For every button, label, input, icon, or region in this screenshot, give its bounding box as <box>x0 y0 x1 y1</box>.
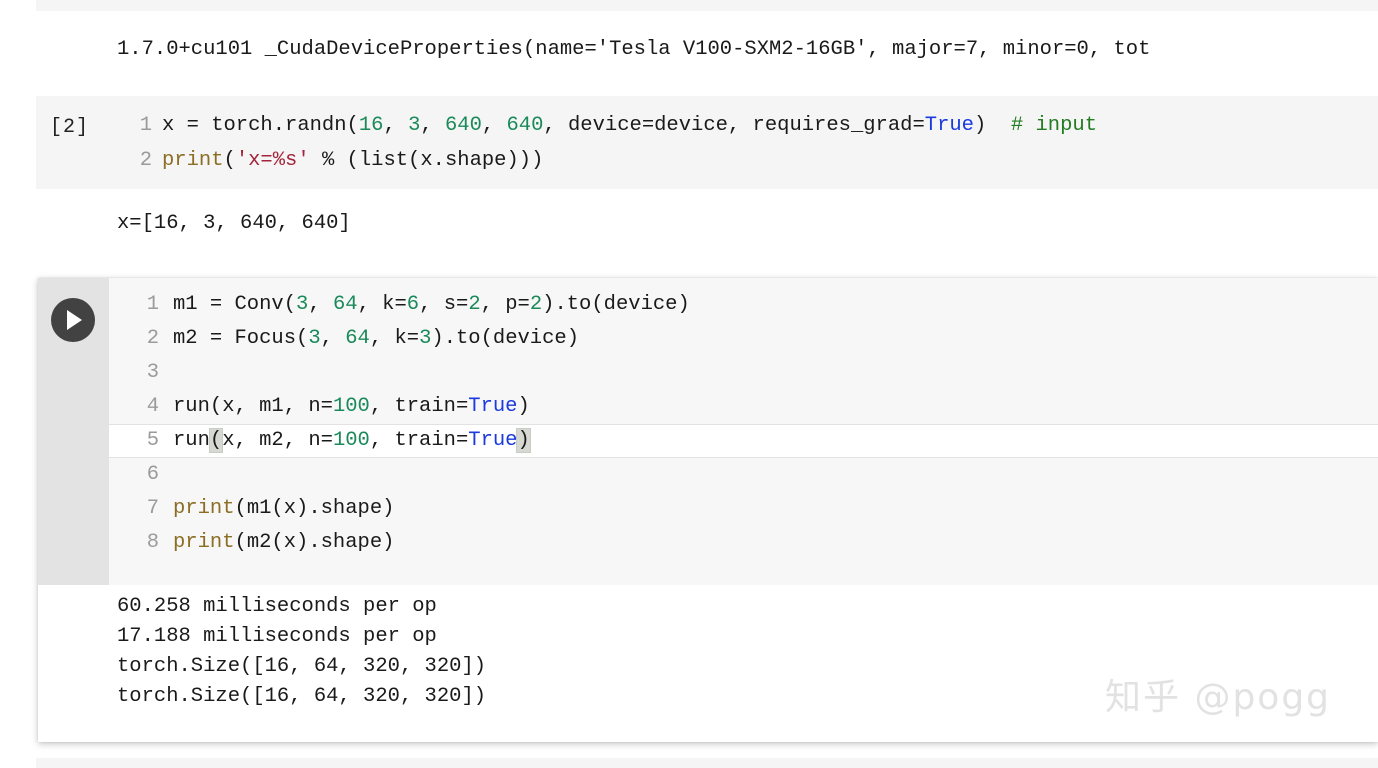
line-number: 5 <box>146 429 159 452</box>
code-token: ) <box>974 114 1011 137</box>
code-token: 64 <box>332 293 358 316</box>
cell-2-source[interactable]: 1x = torch.randn(16, 3, 640, 640, device… <box>132 108 1378 178</box>
code-line[interactable]: 6 <box>109 458 1378 492</box>
code-token: 640 <box>506 114 544 137</box>
code-token: , <box>308 293 333 316</box>
code-token: (m2(x).shape) <box>234 531 395 554</box>
code-token: ) <box>517 395 530 418</box>
line-number: 4 <box>146 395 159 418</box>
code-token: ).to(device) <box>542 293 690 316</box>
code-token: True <box>468 395 518 418</box>
code-line-active[interactable]: 5 run(x, m2, n=100, train=True) <box>109 424 1378 458</box>
watermark: 知乎 @pogg <box>1105 677 1332 718</box>
output-line: 17.188 milliseconds per op <box>117 625 437 648</box>
code-token: ).to(device) <box>431 327 580 350</box>
code-token: print <box>173 497 235 520</box>
output-line: torch.Size([16, 64, 320, 320]) <box>117 685 487 708</box>
output-line: torch.Size([16, 64, 320, 320]) <box>117 655 487 678</box>
clipped-cell-bottom <box>36 758 1378 768</box>
code-token: 'x=%s' <box>235 149 310 172</box>
code-token: ) <box>516 428 531 453</box>
cell-prompt-label: [2] <box>50 116 90 139</box>
code-token: x = torch.randn( <box>162 114 359 137</box>
code-editor-lines[interactable]: 1 m1 = Conv(3, 64, k=6, s=2, p=2).to(devi… <box>109 288 1378 585</box>
clipped-cell-top <box>36 0 1378 11</box>
cell-source-area[interactable]: 1 m1 = Conv(3, 64, k=6, s=2, p=2).to(devi… <box>38 278 1378 585</box>
line-number: 2 <box>146 327 159 350</box>
code-token: , p= <box>480 293 530 316</box>
code-token: 16 <box>358 114 384 137</box>
code-token: % (list(x.shape))) <box>309 149 544 172</box>
output-x-shape: x=[16, 3, 640, 640] <box>0 190 1378 252</box>
code-line[interactable]: 8 print(m2(x).shape) <box>109 526 1378 560</box>
code-token: 100 <box>332 429 370 452</box>
code-token: True <box>924 114 974 137</box>
output-version-line: 1.7.0+cu101 _CudaDeviceProperties(name='… <box>117 38 1151 61</box>
code-token: 2 <box>468 293 481 316</box>
code-token: , train= <box>369 429 469 452</box>
code-token: m1 = Conv( <box>173 293 297 316</box>
code-token: m2 = Focus( <box>173 327 309 350</box>
line-number: 2 <box>139 149 152 172</box>
code-token: , train= <box>369 395 469 418</box>
code-token: 64 <box>345 327 370 350</box>
code-token: , k= <box>369 327 420 350</box>
code-token: 2 <box>529 293 543 316</box>
code-token: # input <box>1010 114 1098 137</box>
line-number: 8 <box>146 531 159 554</box>
code-token: run <box>173 429 210 452</box>
code-token: ( <box>223 149 236 172</box>
code-line[interactable]: 2 print('x=%s' % (list(x.shape))) <box>132 143 1378 178</box>
code-token: run(x, m1, n= <box>173 395 333 418</box>
code-token: 3 <box>296 293 309 316</box>
code-token: x, m2, n= <box>222 429 333 452</box>
output-shape-line: x=[16, 3, 640, 640] <box>117 212 351 235</box>
code-token: , s= <box>419 293 469 316</box>
code-line[interactable]: 1 m1 = Conv(3, 64, k=6, s=2, p=2).to(devi… <box>109 288 1378 322</box>
code-cell-2[interactable]: [2] 1x = torch.randn(16, 3, 640, 640, de… <box>36 96 1378 189</box>
line-number: 1 <box>139 114 152 137</box>
output-line: 60.258 milliseconds per op <box>117 595 437 618</box>
notebook-page: 1.7.0+cu101 _CudaDeviceProperties(name='… <box>0 0 1378 768</box>
code-token: print <box>173 531 235 554</box>
code-token: print <box>162 149 224 172</box>
code-token: (m1(x).shape) <box>234 497 395 520</box>
code-token: True <box>468 429 518 452</box>
code-token: ( <box>208 428 224 453</box>
output-torch-version: 1.7.0+cu101 _CudaDeviceProperties(name='… <box>0 14 1378 84</box>
line-number: 6 <box>146 463 159 486</box>
line-number: 7 <box>146 497 159 520</box>
code-token: , <box>420 114 445 137</box>
code-token: 3 <box>308 327 321 350</box>
line-number: 1 <box>146 293 159 316</box>
code-token: 3 <box>419 327 432 350</box>
code-line[interactable]: 2 m2 = Focus(3, 64, k=3).to(device) <box>109 322 1378 356</box>
code-token: , device=device, requires_grad= <box>543 114 925 137</box>
line-number: 3 <box>146 361 159 384</box>
code-token: 640 <box>444 114 482 137</box>
code-line[interactable]: 7 print(m1(x).shape) <box>109 492 1378 526</box>
code-token: 6 <box>406 293 420 316</box>
code-token: 100 <box>332 395 370 418</box>
code-token: 3 <box>408 114 421 137</box>
code-line[interactable]: 4 run(x, m1, n=100, train=True) <box>109 390 1378 424</box>
code-token: , <box>481 114 507 137</box>
code-token: , k= <box>357 293 407 316</box>
code-token: , <box>383 114 409 137</box>
code-line[interactable]: 1x = torch.randn(16, 3, 640, 640, device… <box>132 108 1378 143</box>
run-cell-button[interactable] <box>51 298 95 342</box>
code-line[interactable]: 3 <box>109 356 1378 390</box>
code-token: , <box>320 327 346 350</box>
play-icon <box>67 310 82 330</box>
run-gutter <box>38 278 109 585</box>
